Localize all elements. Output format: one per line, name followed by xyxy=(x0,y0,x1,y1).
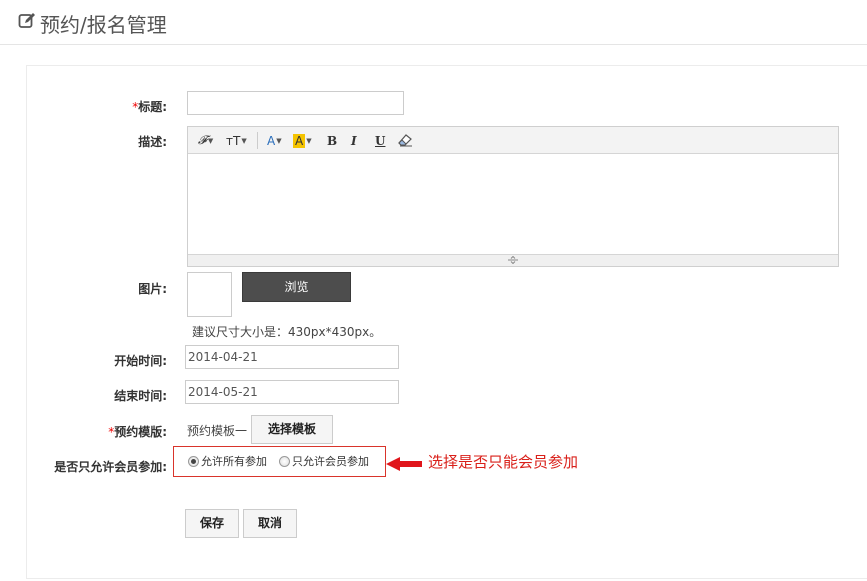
browse-button[interactable]: 浏览 xyxy=(242,272,351,302)
image-label: 图片: xyxy=(138,282,167,296)
image-size-hint: 建议尺寸大小是：430px*430px。 xyxy=(192,325,382,339)
rich-text-editor: 𝓕 ▼ тT ▼ A ▼ A ▼ B I U xyxy=(187,126,839,267)
italic-button[interactable]: I xyxy=(351,132,357,149)
editor-content-area[interactable] xyxy=(188,154,838,254)
italic-icon: I xyxy=(351,133,357,148)
font-size-button[interactable]: тT ▼ xyxy=(226,132,247,149)
template-label: *预约模版: xyxy=(108,423,167,440)
font-family-icon: 𝓕 xyxy=(198,133,207,147)
title-label: *标题: xyxy=(132,98,167,115)
desc-label: 描述: xyxy=(138,135,167,149)
cancel-button[interactable]: 取消 xyxy=(243,509,297,538)
radio-all-label[interactable]: 允许所有参加 xyxy=(201,453,267,469)
member-option-highlight: 允许所有参加 只允许会员参加 xyxy=(173,446,386,477)
font-color-button[interactable]: A ▼ xyxy=(267,132,282,149)
end-time-input[interactable] xyxy=(185,380,399,404)
radio-all[interactable] xyxy=(188,456,199,467)
font-color-icon: A xyxy=(267,133,276,148)
select-template-button[interactable]: 选择模板 xyxy=(251,415,333,444)
font-family-button[interactable]: 𝓕 ▼ xyxy=(198,132,213,149)
page-title: 预约/报名管理 xyxy=(40,13,167,37)
radio-member-only[interactable] xyxy=(279,456,290,467)
radio-member-only-label[interactable]: 只允许会员参加 xyxy=(292,453,369,469)
edit-icon xyxy=(18,13,35,28)
bold-icon: B xyxy=(327,133,338,148)
bold-button[interactable]: B xyxy=(327,132,337,149)
underline-button[interactable]: U xyxy=(375,132,385,149)
bg-color-button[interactable]: A ▼ xyxy=(293,132,312,149)
bg-color-icon: A xyxy=(293,133,306,148)
editor-toolbar: 𝓕 ▼ тT ▼ A ▼ A ▼ B I U xyxy=(188,127,838,154)
editor-statusbar xyxy=(188,254,838,266)
save-button[interactable]: 保存 xyxy=(185,509,239,538)
arrow-left-icon xyxy=(386,457,422,471)
image-thumbnail xyxy=(187,272,232,317)
start-time-label: 开始时间: xyxy=(114,354,167,368)
start-time-input[interactable] xyxy=(185,345,399,369)
toolbar-divider xyxy=(257,132,258,149)
template-name: 预约模板一 xyxy=(187,424,248,438)
underline-icon: U xyxy=(375,133,386,148)
font-size-icon: тT xyxy=(226,133,241,148)
annotation-text: 选择是否只能会员参加 xyxy=(428,453,579,471)
page-header: 预约/报名管理 xyxy=(0,0,867,45)
template-label-text: 预约模版: xyxy=(114,425,167,439)
member-only-label: 是否只允许会员参加: xyxy=(54,460,167,474)
eraser-icon[interactable] xyxy=(397,133,413,147)
resize-handle-icon[interactable] xyxy=(507,256,519,264)
end-time-label: 结束时间: xyxy=(114,389,167,403)
title-input[interactable] xyxy=(187,91,404,115)
title-label-text: 标题: xyxy=(138,100,167,114)
